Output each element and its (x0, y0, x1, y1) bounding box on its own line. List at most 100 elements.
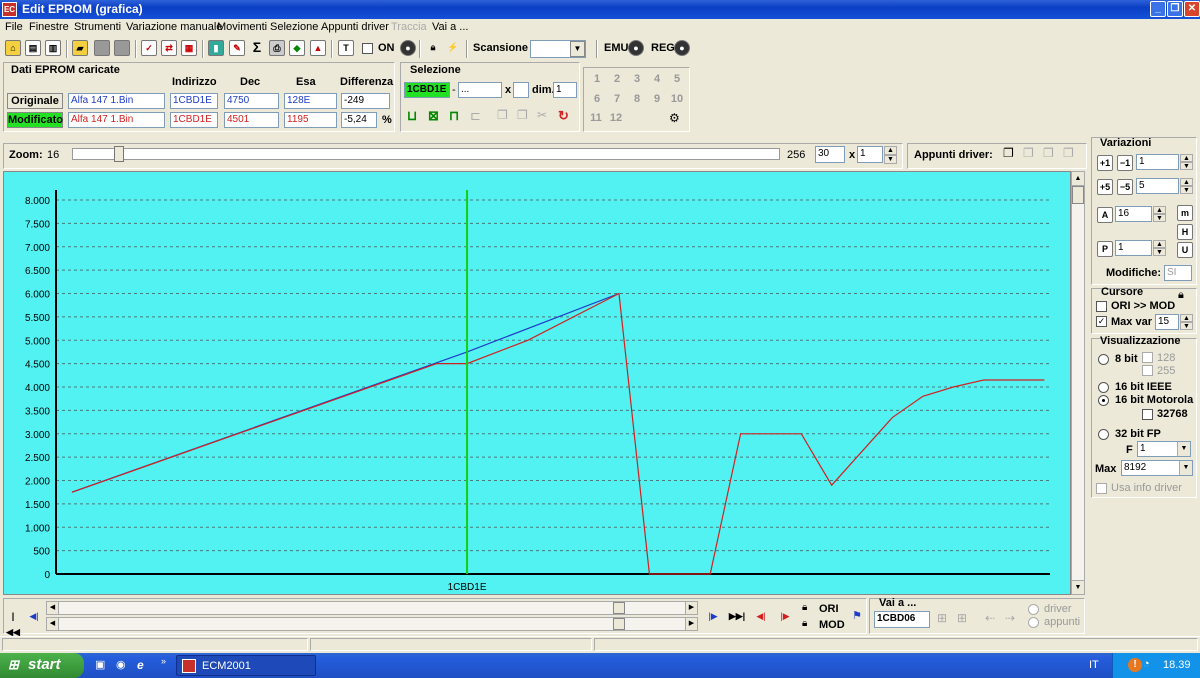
windows-icon[interactable]: ▤ (25, 40, 41, 56)
num-button[interactable]: 12 (606, 112, 626, 128)
modificato-indirizzo-field[interactable]: 1CBD1E (170, 112, 218, 128)
zoom-slider-thumb[interactable] (114, 146, 125, 162)
quicklaunch-more-icon[interactable]: » (161, 656, 166, 666)
ori-mod-checkbox[interactable] (1096, 301, 1107, 312)
quicklaunch-browser-icon[interactable]: e (137, 658, 151, 672)
plus-one-icon[interactable]: +1 (1097, 155, 1113, 171)
driver-delete-icon[interactable]: ❐ (1063, 146, 1079, 162)
originale-file-field[interactable]: Alfa 147 1.Bin (68, 93, 165, 109)
max-var-down[interactable]: ▼ (1180, 322, 1193, 330)
mod-lock-icon[interactable]: 🔒︎ (802, 618, 816, 632)
select-start-icon[interactable]: ⊔ (407, 108, 423, 124)
num-button[interactable]: 2 (608, 73, 626, 89)
menu-finestre[interactable]: Finestre (29, 21, 69, 33)
zoom-slider-track[interactable] (72, 148, 780, 160)
32bit-fp-radio[interactable] (1098, 429, 1109, 440)
variazione-2-down[interactable]: ▼ (1180, 186, 1193, 194)
minus-one-icon[interactable]: −1 (1117, 155, 1133, 171)
menu-selezione[interactable]: Selezione (270, 21, 318, 33)
driver-load-icon[interactable]: ❐ (1003, 146, 1019, 162)
hscrollbar-modified[interactable]: ◀ ▶ (46, 617, 698, 631)
emu-indicator-icon[interactable]: ● (628, 40, 644, 56)
flag-icon[interactable]: ⚑ (849, 608, 865, 624)
start-button[interactable]: ⊞ start (0, 653, 84, 678)
32768-checkbox[interactable] (1142, 409, 1153, 420)
255-checkbox[interactable] (1142, 365, 1153, 376)
driver-copy-icon[interactable]: ❐ (1023, 146, 1039, 162)
max-var-field[interactable]: 15 (1155, 314, 1179, 330)
menu-traccia[interactable]: Traccia (391, 21, 427, 33)
prev-icon[interactable]: ◀| (26, 608, 42, 624)
save-all-icon[interactable] (114, 40, 130, 56)
table-icon[interactable]: ▦ (181, 40, 197, 56)
vai-a-field[interactable]: 1CBD06 (874, 611, 930, 628)
quicklaunch-media-icon[interactable]: ◉ (116, 658, 130, 672)
u-icon[interactable]: U (1177, 242, 1193, 258)
num-button[interactable]: 5 (668, 73, 686, 89)
menu-movimenti[interactable]: Movimenti (217, 21, 267, 33)
arrow-back-icon[interactable]: ⇠ (985, 611, 1001, 627)
padlock-icon[interactable]: 🔒︎ (425, 40, 441, 56)
chevron-down-icon[interactable]: ▼ (1179, 461, 1192, 475)
chart-icon[interactable]: ▲ (310, 40, 326, 56)
dim-field[interactable]: 1 (553, 82, 577, 98)
network-icon[interactable]: ◔ (1143, 658, 1157, 672)
variazione-1-field[interactable]: 1 (1136, 154, 1179, 170)
cut-icon[interactable]: ✂ (537, 108, 553, 124)
maximize-button[interactable]: ❐ (1167, 1, 1183, 17)
save-icon[interactable] (94, 40, 110, 56)
usa-info-driver-checkbox[interactable] (1096, 483, 1107, 494)
max-var-up[interactable]: ▲ (1180, 314, 1193, 322)
selezione-end-field[interactable]: ... (458, 82, 502, 98)
padlock-icon[interactable]: 🔒︎ (1178, 289, 1194, 305)
p-icon[interactable]: P (1097, 241, 1113, 257)
select-end-icon[interactable]: ⊓ (449, 108, 465, 124)
16bit-ieee-radio[interactable] (1098, 382, 1109, 393)
zoom-mult-field[interactable]: 1 (857, 146, 883, 163)
open-folder-icon[interactable]: ▰ (72, 40, 88, 56)
chevron-down-icon[interactable]: ▼ (1177, 442, 1190, 456)
zoom-mult-down[interactable]: ▼ (884, 155, 897, 164)
num-button[interactable]: 6 (588, 93, 606, 109)
next-icon[interactable]: |▶ (705, 608, 721, 624)
menu-vai-a[interactable]: Vai a ... (432, 21, 468, 33)
modificato-button[interactable]: Modificato (7, 112, 63, 128)
zoom-mult-up[interactable]: ▲ (884, 146, 897, 155)
chart-vscrollbar[interactable]: ▲ ▼ (1071, 171, 1085, 595)
modificato-file-field[interactable]: Alfa 147 1.Bin (68, 112, 165, 128)
num-button[interactable]: 1 (588, 73, 606, 89)
p-down[interactable]: ▼ (1153, 248, 1166, 256)
modificato-esa-field[interactable]: 1195 (284, 112, 337, 128)
sum-icon[interactable]: Σ (249, 40, 265, 56)
panel-icon[interactable]: ▥ (45, 40, 61, 56)
variazione-2-field[interactable]: 5 (1136, 178, 1179, 194)
language-indicator[interactable]: IT (1089, 659, 1099, 671)
select-clear-icon[interactable]: ⊏ (470, 108, 486, 124)
arrow-forward-icon[interactable]: ⇢ (1005, 611, 1021, 627)
a-field[interactable]: 16 (1115, 206, 1152, 222)
menu-variazione-manuale[interactable]: Variazione manuale (126, 21, 222, 33)
on-checkbox[interactable] (362, 43, 373, 54)
originale-dec-field[interactable]: 4750 (224, 93, 279, 109)
a-down[interactable]: ▼ (1153, 214, 1166, 222)
menu-appunti-driver[interactable]: Appunti driver (321, 21, 389, 33)
runner-icon[interactable]: ⚡ (445, 40, 461, 56)
home-icon[interactable]: ⌂ (5, 40, 21, 56)
originale-esa-field[interactable]: 128E (284, 93, 337, 109)
num-button[interactable]: 3 (628, 73, 646, 89)
appunti-radio[interactable] (1028, 617, 1039, 628)
paste-icon[interactable]: ❐ (517, 108, 533, 124)
m-icon[interactable]: m (1177, 205, 1193, 221)
modificato-diff-field[interactable]: -5,24 (341, 112, 377, 128)
variazione-1-down[interactable]: ▼ (1180, 162, 1193, 170)
quicklaunch-desktop-icon[interactable]: ▣ (95, 658, 109, 672)
print-icon[interactable]: ⎙ (269, 40, 285, 56)
next-diff-icon[interactable]: |▶ (777, 608, 793, 624)
plus-five-icon[interactable]: +5 (1097, 179, 1113, 195)
128-checkbox[interactable] (1142, 352, 1153, 363)
check-icon[interactable]: ✓ (141, 40, 157, 56)
num-button[interactable]: 9 (648, 93, 666, 109)
alert-icon[interactable]: ! (1128, 658, 1142, 672)
goto-left-icon[interactable]: ⊞ (937, 611, 953, 627)
a-up[interactable]: ▲ (1153, 206, 1166, 214)
